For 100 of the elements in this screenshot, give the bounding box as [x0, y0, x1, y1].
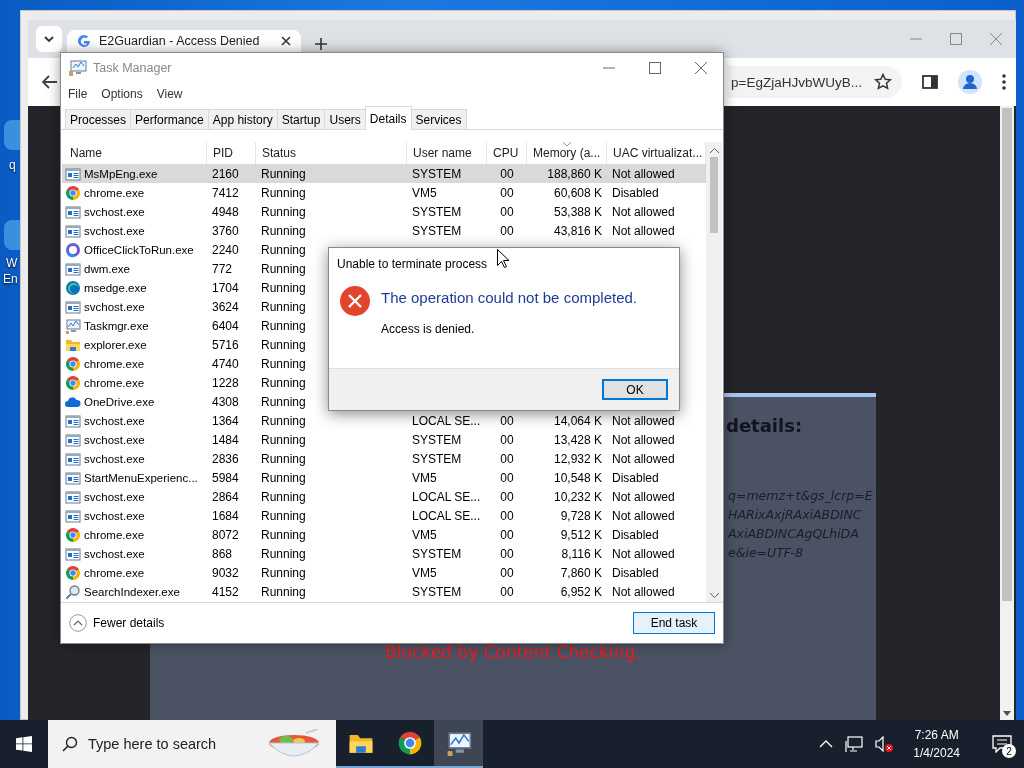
- table-cell: Running: [261, 204, 306, 219]
- table-cell: Running: [261, 375, 306, 390]
- table-cell: 2864: [212, 489, 239, 504]
- table-cell: 00: [500, 527, 514, 542]
- table-cell: 1704: [212, 280, 239, 295]
- process-name: chrome.exe: [84, 376, 145, 389]
- table-cell: Running: [261, 527, 306, 542]
- table-cell: Not allowed: [612, 432, 675, 447]
- table-cell: Running: [261, 451, 306, 466]
- table-cell: Running: [261, 489, 306, 504]
- table-cell: 00: [500, 185, 514, 200]
- table-cell: 00: [500, 204, 514, 219]
- table-cell: 00: [500, 470, 514, 485]
- table-cell: SYSTEM: [412, 546, 462, 561]
- desktop-icon-label: q: [9, 158, 16, 172]
- block-reason: Blocked by Content Checking.: [385, 642, 641, 662]
- process-name: msedge.exe: [84, 281, 147, 294]
- table-cell: Running: [261, 337, 306, 352]
- table-cell: 1484: [212, 432, 239, 447]
- table-cell: 00: [500, 166, 514, 181]
- table-cell: VM5: [412, 527, 437, 542]
- process-name: chrome.exe: [84, 186, 145, 199]
- process-name: chrome.exe: [84, 566, 145, 579]
- table-cell: 13,428 K: [553, 432, 602, 447]
- dialog-title: Unable to terminate process: [337, 257, 488, 271]
- table-cell: Running: [261, 261, 306, 276]
- table-cell: Running: [261, 508, 306, 523]
- table-cell: VM5: [412, 565, 437, 580]
- table-cell: 1364: [212, 413, 239, 428]
- table-cell: 7,860 K: [560, 565, 602, 580]
- desktop-icon-label: W: [6, 256, 18, 270]
- table-cell: Running: [261, 432, 306, 447]
- table-cell: Not allowed: [612, 546, 675, 561]
- error-heading: The operation could not be completed.: [381, 289, 637, 306]
- table-cell: SYSTEM: [412, 451, 462, 466]
- process-name: Taskmgr.exe: [84, 319, 149, 332]
- process-name: svchost.exe: [84, 452, 145, 465]
- url-text: q=memz+t&gs_lcrp=E: [728, 487, 873, 505]
- table-cell: Not allowed: [612, 508, 675, 523]
- table-cell: 12,932 K: [553, 451, 602, 466]
- table-cell: VM5: [412, 470, 437, 485]
- process-name: svchost.exe: [84, 224, 145, 237]
- process-name: OneDrive.exe: [84, 395, 155, 408]
- desktop-icon-label: En: [3, 272, 18, 286]
- table-cell: 00: [500, 489, 514, 504]
- table-cell: 53,388 K: [553, 204, 602, 219]
- table-cell: SYSTEM: [412, 223, 462, 238]
- table-cell: SYSTEM: [412, 204, 462, 219]
- process-name: svchost.exe: [84, 509, 145, 522]
- table-cell: Disabled: [612, 565, 659, 580]
- table-cell: Running: [261, 185, 306, 200]
- table-cell: 1684: [212, 508, 239, 523]
- table-cell: Disabled: [612, 470, 659, 485]
- table-cell: Not allowed: [612, 489, 675, 504]
- table-cell: 5716: [212, 337, 239, 352]
- clock-date: 1/4/2024: [913, 746, 960, 760]
- table-cell: Running: [261, 166, 306, 181]
- table-cell: 868: [212, 546, 233, 561]
- process-name: dwm.exe: [84, 262, 131, 275]
- table-cell: 1228: [212, 375, 239, 390]
- table-cell: 14,064 K: [553, 413, 602, 428]
- process-name: explorer.exe: [84, 338, 147, 351]
- table-cell: 8,116 K: [561, 546, 602, 561]
- table-cell: 00: [500, 432, 514, 447]
- table-cell: Not allowed: [612, 413, 675, 428]
- table-cell: Running: [261, 565, 306, 580]
- process-name: OfficeClickToRun.exe: [84, 243, 194, 256]
- table-cell: 8072: [212, 527, 239, 542]
- table-cell: 9,728 K: [560, 508, 602, 523]
- table-cell: 43,816 K: [553, 223, 602, 238]
- search-placeholder: Type here to search: [88, 736, 217, 752]
- table-cell: Not allowed: [612, 204, 675, 219]
- table-cell: 2836: [212, 451, 239, 466]
- table-cell: Not allowed: [612, 223, 675, 238]
- table-cell: 188,860 K: [547, 166, 602, 181]
- url-text: e&ie=UTF-8: [728, 544, 804, 562]
- url-text: AxiABDINCAgQLhiDA: [728, 525, 860, 543]
- process-name: svchost.exe: [84, 547, 145, 560]
- process-name: SearchIndexer.exe: [84, 585, 180, 598]
- table-cell: Disabled: [612, 185, 659, 200]
- table-cell: Running: [261, 546, 306, 561]
- process-name: MsMpEng.exe: [84, 167, 158, 180]
- table-cell: 4948: [212, 204, 239, 219]
- clock-time: 7:26 AM: [914, 728, 959, 742]
- table-cell: Running: [261, 299, 306, 314]
- table-cell: Running: [261, 394, 306, 409]
- table-cell: Running: [261, 584, 306, 599]
- table-cell: Running: [261, 413, 306, 428]
- process-name: svchost.exe: [84, 490, 145, 503]
- process-name: chrome.exe: [84, 528, 145, 541]
- address-text: p=EgZjaHJvbWUyB...: [731, 74, 862, 90]
- table-cell: 00: [500, 451, 514, 466]
- table-cell: Not allowed: [612, 451, 675, 466]
- table-cell: Not allowed: [612, 584, 675, 599]
- table-cell: 772: [212, 261, 233, 276]
- table-cell: Running: [261, 356, 306, 371]
- table-cell: Running: [261, 223, 306, 238]
- process-name: svchost.exe: [84, 414, 145, 427]
- process-name: chrome.exe: [84, 357, 145, 370]
- table-cell: 00: [500, 584, 514, 599]
